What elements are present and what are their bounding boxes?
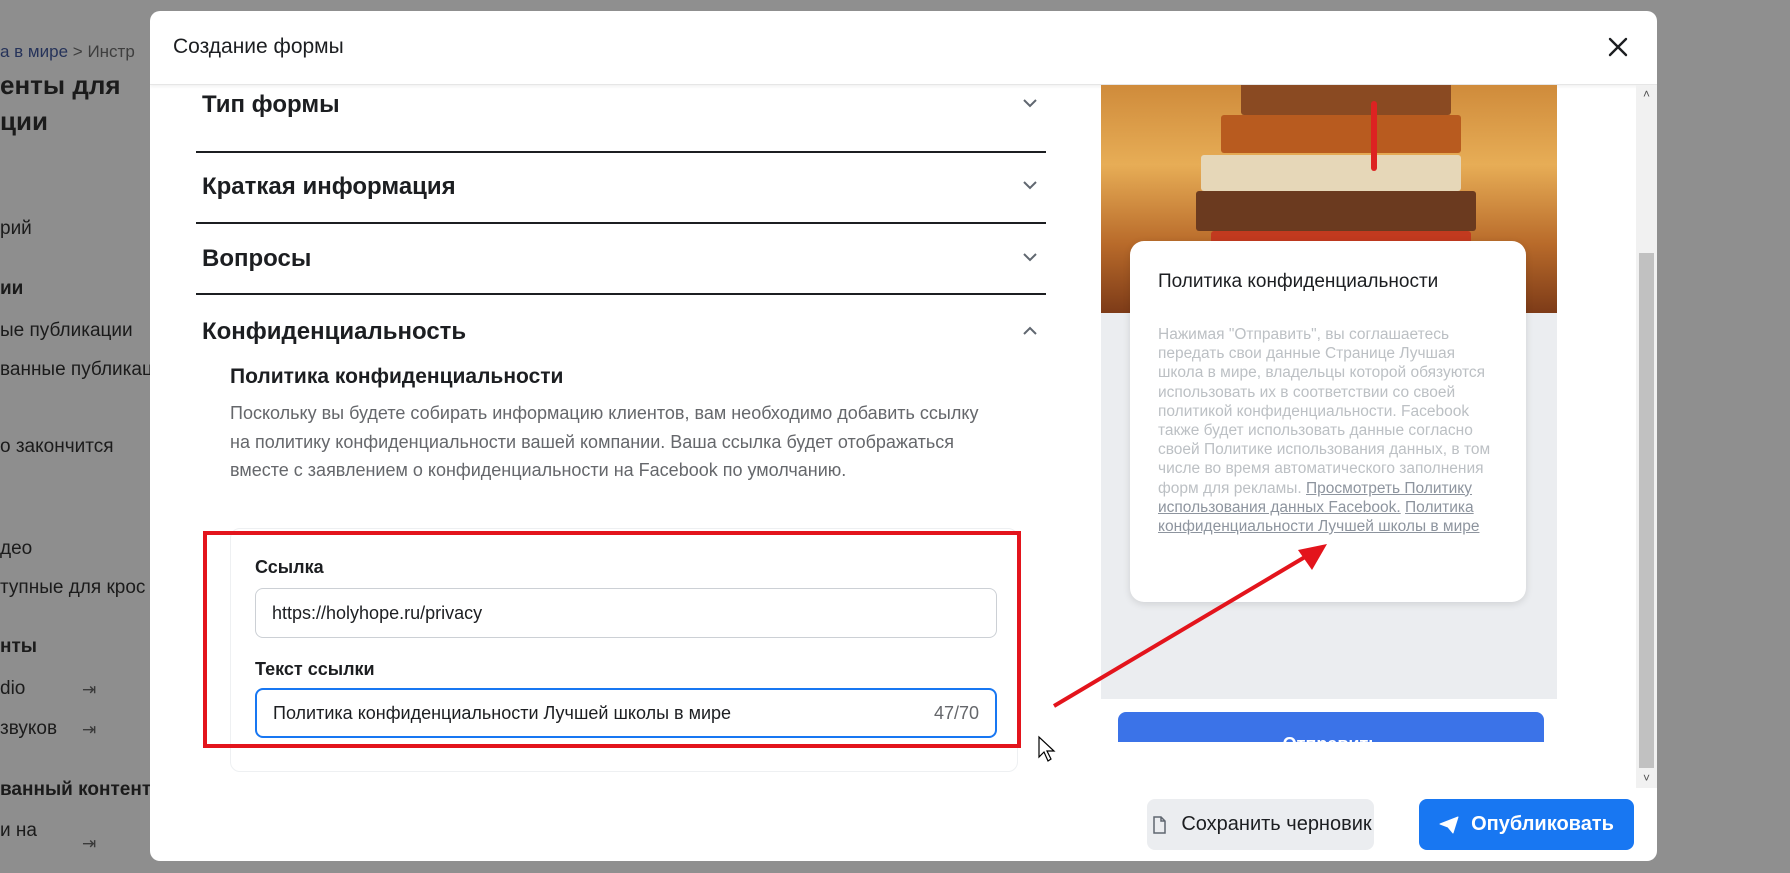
section-title: Тип формы [202,91,340,118]
modal-title: Создание формы [173,35,344,58]
section-title: Конфиденциальность [202,318,467,345]
nav-group-label: ванный контент [0,779,152,800]
section-title: Вопросы [202,245,312,272]
nav-item[interactable]: и на [0,820,37,842]
save-draft-label: Сохранить черновик [1181,813,1372,835]
link-text-label: Текст ссылки [255,659,375,679]
publish-button[interactable]: Опубликовать [1419,799,1634,850]
nav-item[interactable]: тупные для крос [0,577,145,599]
preview-heading: Политика конфиденциальности [1158,271,1439,292]
nav-item[interactable]: dio [0,678,25,700]
send-icon [1439,816,1459,833]
link-url-value: https://holyhope.ru/privacy [272,603,483,623]
external-link-icon: ⇥ [82,720,97,739]
scroll-thumb[interactable] [1639,253,1654,768]
page-heading-line-2: ции [0,106,48,136]
chevron-down-icon [1023,181,1037,190]
chevron-down-icon [1023,99,1037,108]
section-privacy[interactable]: Конфиденциальность [196,295,1046,355]
mouse-cursor-icon [1038,735,1056,762]
section-title: Краткая информация [202,173,456,200]
link-text-input[interactable]: Политика конфиденциальности Лучшей школы… [255,688,997,738]
privacy-policy-title: Политика конфиденциальности [230,365,564,388]
publish-label: Опубликовать [1471,813,1614,835]
nav-item[interactable]: о закончится [0,436,114,458]
external-link-icon: ⇥ [82,680,97,699]
chevron-down-icon [1023,253,1037,262]
scroll-down-icon[interactable]: ˅ [1641,772,1652,784]
nav-item[interactable]: део [0,538,32,560]
preview-body-text: Нажимая "Отправить", вы соглашаетесь пер… [1158,326,1491,497]
section-brief-info[interactable]: Краткая информация [196,153,1046,224]
preview-body: Нажимая "Отправить", вы соглашаетесь пер… [1158,325,1500,536]
privacy-policy-description: Поскольку вы будете собирать информацию … [230,403,979,480]
nav-item[interactable]: ванные публикаци [0,359,163,381]
breadcrumb-link[interactable]: а в мире [0,42,68,61]
preview-privacy-card: Политика конфиденциальности Нажимая "Отп… [1130,241,1526,602]
preview-submit-button: Отправить [1118,712,1544,742]
character-counter: 47/70 [933,703,979,723]
modal-header: Создание формы [150,11,1657,85]
save-draft-button[interactable]: Сохранить черновик [1147,799,1374,850]
section-form-type[interactable]: Тип формы [196,85,1046,153]
form-settings-panel: Тип формы Краткая информация Вопросы Кон… [196,85,1046,785]
nav-group-label: нты [0,636,38,657]
scroll-up-icon[interactable]: ˄ [1641,88,1652,100]
nav-item[interactable]: рий [0,218,32,240]
preview-submit-label: Отправить [1118,734,1544,742]
link-url-input[interactable]: https://holyhope.ru/privacy [255,588,997,638]
close-button[interactable] [1603,32,1633,62]
external-link-icon: ⇥ [82,834,97,853]
form-preview: Политика конфиденциальности Нажимая "Отп… [1101,85,1557,699]
breadcrumb-current: Инстр [87,42,135,61]
link-card: Ссылка https://holyhope.ru/privacy Текст… [230,528,1018,772]
breadcrumb: а в мире > Инстр [0,42,135,62]
chevron-up-icon [1023,326,1037,335]
background-page: а в мире > Инстр енты для ции рий ии ые … [0,0,163,873]
link-text-value: Политика конфиденциальности Лучшей школы… [273,703,732,723]
page-heading-line-1: енты для [0,70,121,100]
scrollbar[interactable]: ˄ ˅ [1636,85,1657,788]
breadcrumb-separator: > [72,42,83,61]
document-icon [1153,815,1167,834]
close-icon [1608,37,1628,57]
nav-group-label: ии [0,278,24,299]
link-label: Ссылка [255,557,324,577]
nav-item[interactable]: звуков [0,718,57,740]
nav-item[interactable]: ые публикации [0,320,133,342]
section-questions[interactable]: Вопросы [196,224,1046,295]
